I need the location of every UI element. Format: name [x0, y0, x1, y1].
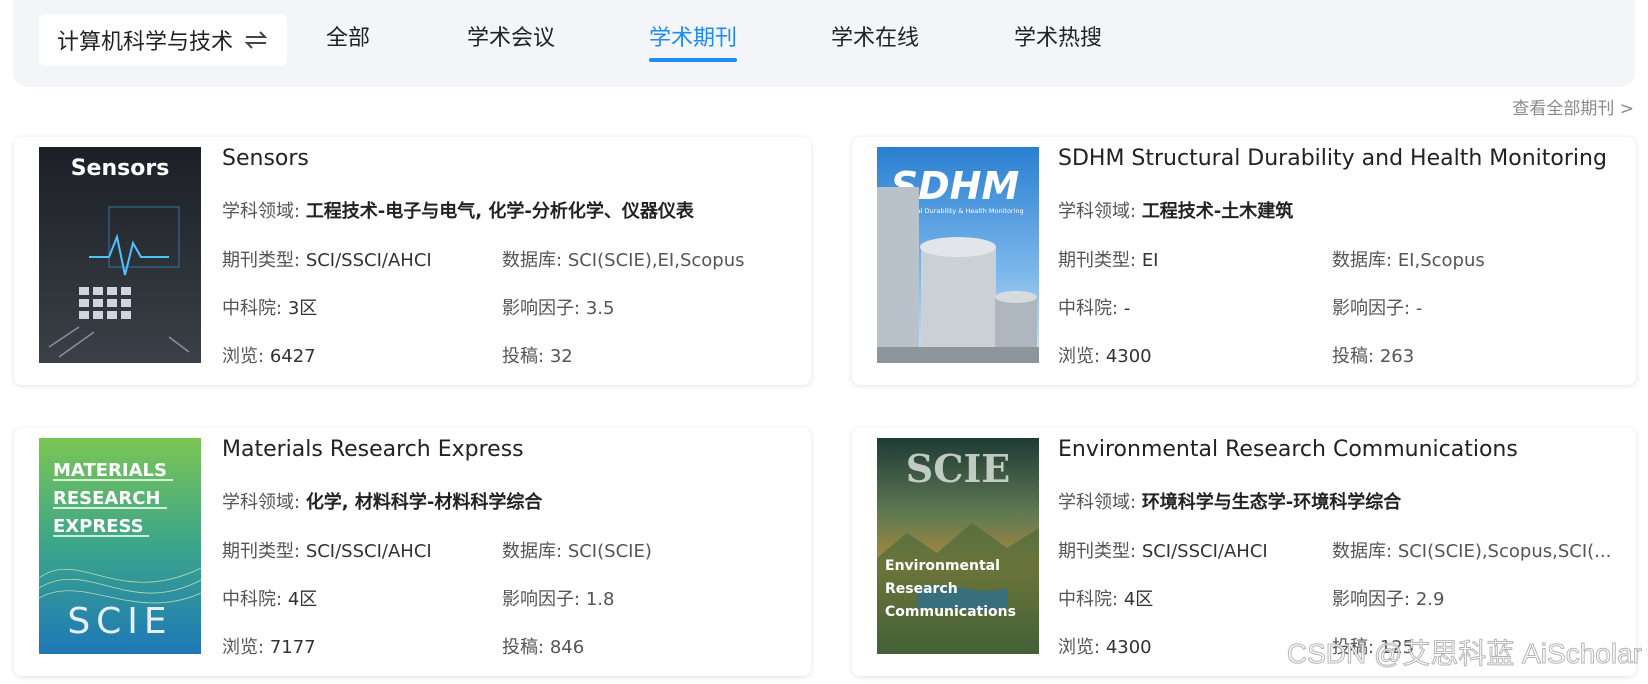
impact-factor: 影响因子: 2.9 — [1332, 589, 1445, 610]
csdn-watermark: CSDN @艾思科蓝 AiScholar — [1286, 638, 1642, 670]
journal-database: 数据库: EI,Scopus — [1332, 250, 1485, 271]
tab-journals[interactable]: 学术期刊 — [649, 20, 738, 66]
impact-factor: 影响因子: 3.5 — [502, 298, 615, 319]
svg-text:EXPRESS: EXPRESS — [53, 516, 144, 537]
cas-zone: 中科院: 4区 — [1058, 589, 1154, 610]
journal-title[interactable]: Environmental Research Communications — [1058, 434, 1626, 474]
impact-factor: 影响因子: 1.8 — [502, 589, 615, 610]
svg-text:Communications: Communications — [885, 604, 1016, 620]
view-count: 浏览: 6427 — [222, 346, 316, 367]
journal-cover-sensors[interactable]: Sensors — [39, 147, 201, 363]
journal-card[interactable]: MATERIALS RESEARCH EXPRESS SCIE Material… — [14, 428, 811, 676]
submission-count: 投稿: 32 — [502, 346, 573, 367]
svg-text:Sensors: Sensors — [71, 156, 170, 181]
journal-card[interactable]: Sensors Sensors 学科领域: 工程技术-电子与电气, 化学-分析化… — [14, 137, 811, 385]
submission-count: 投稿: 263 — [1332, 346, 1415, 367]
journal-type: 期刊类型: EI — [1058, 250, 1159, 271]
journal-database: 数据库: SCI(SCIE),Scopus,SCI(... — [1332, 541, 1612, 562]
journal-title[interactable]: SDHM Structural Durability and Health Mo… — [1058, 143, 1626, 183]
journal-type: 期刊类型: SCI/SSCI/AHCI — [1058, 541, 1268, 562]
swap-arrows-icon — [244, 31, 268, 49]
view-count: 浏览: 4300 — [1058, 346, 1152, 367]
svg-text:MATERIALS: MATERIALS — [53, 460, 167, 481]
view-count: 浏览: 4300 — [1058, 637, 1152, 658]
cas-zone: 中科院: 4区 — [222, 589, 318, 610]
journal-type: 期刊类型: SCI/SSCI/AHCI — [222, 541, 432, 562]
svg-text:Environmental: Environmental — [885, 558, 1000, 574]
svg-text:SCIE: SCIE — [67, 601, 172, 642]
journal-database: 数据库: SCI(SCIE) — [502, 541, 652, 562]
tab-hot-search[interactable]: 学术热搜 — [1014, 20, 1102, 66]
subject-field: 学科领域: 化学, 材料科学-材料科学综合 — [222, 492, 543, 513]
tab-online[interactable]: 学术在线 — [831, 20, 919, 66]
cas-zone: 中科院: - — [1058, 298, 1131, 319]
journal-card[interactable]: SDHM Structural Durability & Health Moni… — [852, 137, 1636, 385]
field-switch-button[interactable]: 计算机科学与技术 — [39, 14, 287, 66]
journal-type: 期刊类型: SCI/SSCI/AHCI — [222, 250, 432, 271]
svg-text:Research: Research — [885, 581, 958, 597]
subject-field: 学科领域: 工程技术-电子与电气, 化学-分析化学、仪器仪表 — [222, 201, 694, 222]
journal-title[interactable]: Materials Research Express — [222, 434, 801, 474]
tab-all[interactable]: 全部 — [326, 20, 370, 66]
journal-cover-mre[interactable]: MATERIALS RESEARCH EXPRESS SCIE — [39, 438, 201, 654]
view-count: 浏览: 7177 — [222, 637, 316, 658]
view-all-journals-link[interactable]: 查看全部期刊 > — [1512, 94, 1634, 119]
journal-cover-sdhm[interactable]: SDHM Structural Durability & Health Moni… — [877, 147, 1039, 363]
cas-zone: 中科院: 3区 — [222, 298, 318, 319]
impact-factor: 影响因子: - — [1332, 298, 1423, 319]
journal-recommendations-page: 计算机科学与技术 全部 学术会议 学术期刊 学术在线 学术热搜 查看全部期刊 >… — [0, 0, 1648, 684]
field-label: 计算机科学与技术 — [56, 30, 233, 55]
subject-field: 学科领域: 工程技术-土木建筑 — [1058, 201, 1294, 222]
journal-database: 数据库: SCI(SCIE),EI,Scopus — [502, 250, 745, 271]
journal-cover-erc[interactable]: SCIE Environmental Research Communicatio… — [877, 438, 1039, 654]
svg-text:SCIE: SCIE — [906, 446, 1010, 491]
svg-text:RESEARCH: RESEARCH — [53, 488, 160, 509]
category-nav: 计算机科学与技术 全部 学术会议 学术期刊 学术在线 学术热搜 — [13, 0, 1635, 87]
journal-title[interactable]: Sensors — [222, 143, 801, 183]
tab-conferences[interactable]: 学术会议 — [467, 20, 555, 66]
submission-count: 投稿: 846 — [502, 637, 585, 658]
subject-field: 学科领域: 环境科学与生态学-环境科学综合 — [1058, 492, 1402, 513]
